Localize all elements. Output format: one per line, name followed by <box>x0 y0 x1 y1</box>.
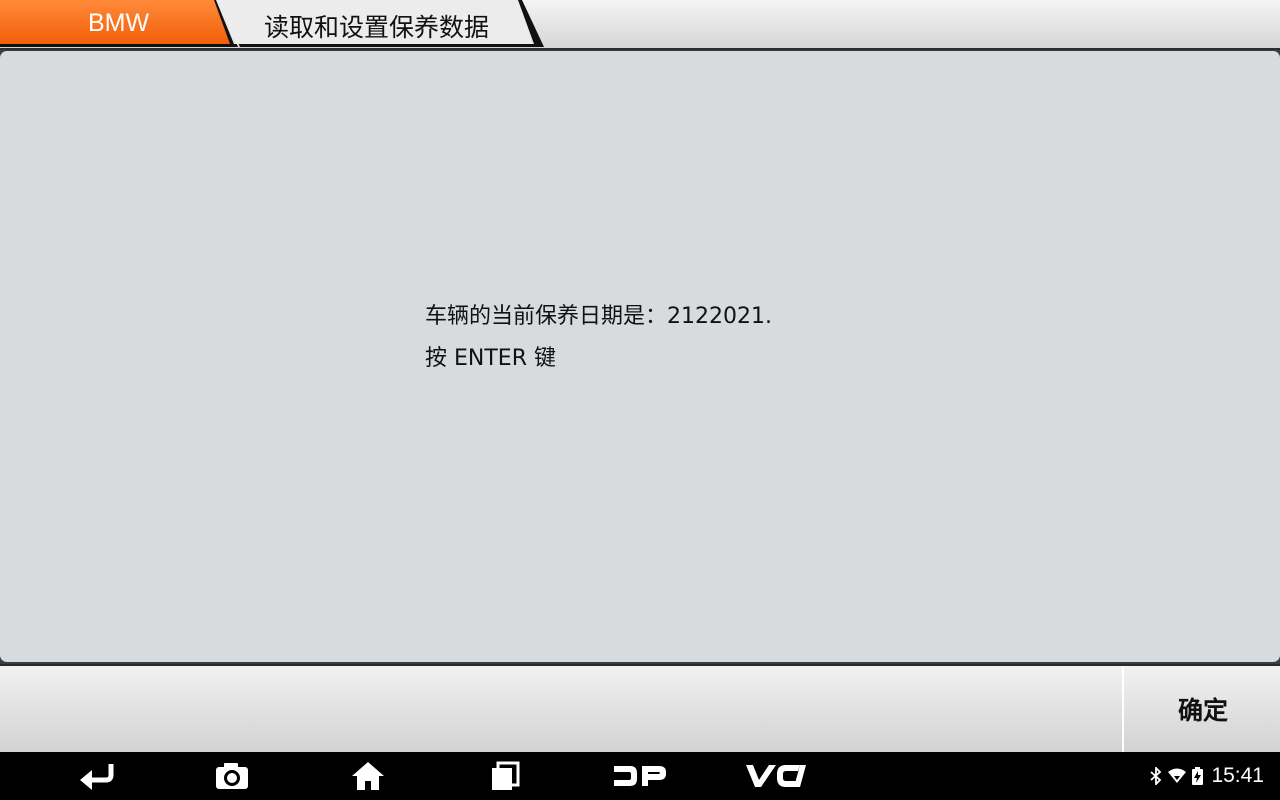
dp-icon <box>614 766 666 786</box>
breadcrumb-bar: BMW 读取和设置保养数据 <box>0 0 1280 50</box>
home-button[interactable] <box>328 752 408 800</box>
breadcrumb-brand[interactable]: BMW <box>0 0 240 48</box>
message-line-instruction: 按 ENTER 键 <box>425 346 556 371</box>
message-text: 车辆的当前保养日期是：2122021. 按 ENTER 键 <box>425 296 945 380</box>
battery-icon <box>1192 767 1204 785</box>
recent-apps-icon <box>492 761 520 790</box>
camera-icon <box>216 763 248 789</box>
message-line-date: 车辆的当前保养日期是：2122021. <box>425 304 772 329</box>
status-area: 15:41 <box>1150 752 1264 800</box>
page-title: 读取和设置保养数据 <box>264 13 490 42</box>
vci-button[interactable] <box>736 752 816 800</box>
system-navigation-bar: 15:41 <box>0 752 1280 800</box>
action-bar: 确定 <box>0 664 1280 752</box>
breadcrumb-current-page: 读取和设置保养数据 <box>216 0 546 48</box>
recent-apps-button[interactable] <box>465 752 545 800</box>
screenshot-button[interactable] <box>192 752 272 800</box>
back-button[interactable] <box>57 752 137 800</box>
status-clock: 15:41 <box>1211 764 1264 787</box>
wifi-icon <box>1168 768 1187 783</box>
bluetooth-icon <box>1150 767 1162 785</box>
message-panel: 车辆的当前保养日期是：2122021. 按 ENTER 键 <box>0 51 1280 662</box>
dp-button[interactable] <box>600 752 680 800</box>
vci-icon <box>746 765 806 787</box>
home-icon <box>352 762 384 790</box>
back-icon <box>80 764 114 790</box>
breadcrumb-brand-label: BMW <box>88 9 150 37</box>
confirm-button[interactable]: 确定 <box>1122 666 1280 752</box>
